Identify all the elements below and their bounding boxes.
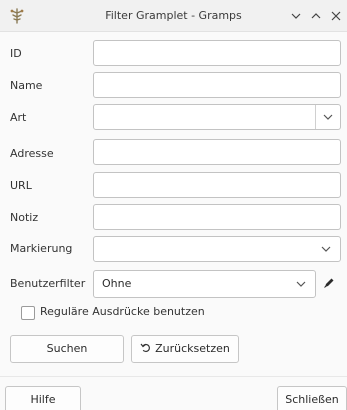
markierung-combo[interactable] (93, 236, 341, 262)
search-button[interactable]: Suchen (10, 335, 124, 363)
id-field[interactable] (93, 40, 341, 66)
notiz-field[interactable] (93, 204, 341, 230)
id-label: ID (10, 47, 22, 60)
close-button[interactable]: Schließen (277, 386, 347, 410)
title-bar: Filter Gramplet - Gramps (0, 0, 347, 32)
chevron-down-icon (296, 281, 306, 287)
benutzerfilter-label: Benutzerfilter (10, 277, 86, 290)
footer-separator (0, 376, 347, 377)
name-label: Name (10, 79, 43, 92)
reset-button[interactable]: Zurücksetzen (131, 335, 239, 363)
url-label: URL (10, 179, 32, 192)
chevron-down-icon (321, 246, 331, 252)
reset-button-label: Zurücksetzen (155, 342, 230, 355)
notiz-label: Notiz (10, 211, 39, 224)
undo-icon (140, 343, 151, 353)
chevron-down-icon[interactable] (322, 112, 334, 122)
adresse-label: Adresse (10, 147, 54, 160)
search-button-label: Suchen (46, 342, 88, 355)
art-label: Art (10, 111, 27, 124)
art-combo[interactable] (93, 104, 341, 130)
close-icon[interactable] (329, 9, 343, 23)
markierung-label: Markierung (10, 242, 73, 255)
edit-pencil-icon[interactable] (323, 277, 335, 289)
regex-checkbox[interactable] (21, 306, 35, 320)
adresse-field[interactable] (93, 139, 341, 165)
maximize-icon[interactable] (309, 9, 323, 23)
art-combo-divider (315, 105, 316, 129)
url-field[interactable] (93, 172, 341, 198)
close-button-label: Schließen (285, 393, 339, 406)
name-field[interactable] (93, 72, 341, 98)
benutzerfilter-combo[interactable]: Ohne (93, 270, 316, 298)
benutzerfilter-value: Ohne (102, 277, 132, 290)
regex-label[interactable]: Reguläre Ausdrücke benutzen (40, 305, 205, 318)
help-button[interactable]: Hilfe (5, 386, 81, 410)
minimize-icon[interactable] (289, 9, 303, 23)
help-button-label: Hilfe (30, 393, 56, 406)
